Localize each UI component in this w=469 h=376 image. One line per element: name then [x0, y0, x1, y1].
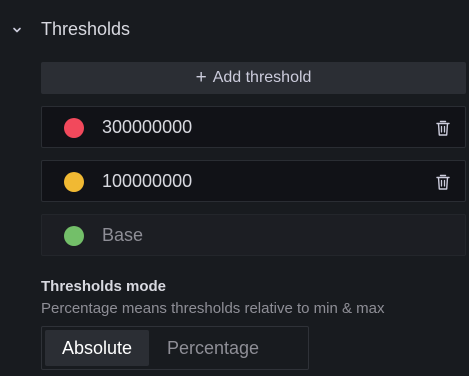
chevron-down-icon[interactable]: [9, 22, 25, 38]
thresholds-mode-radio-group: Absolute Percentage: [41, 326, 309, 370]
threshold-row: [41, 106, 466, 148]
threshold-row-base: Base: [41, 214, 466, 256]
color-swatch-green[interactable]: [64, 226, 84, 246]
thresholds-panel: Thresholds + Add threshold Base: [0, 0, 469, 376]
section-header[interactable]: Thresholds: [0, 10, 469, 50]
section-title: Thresholds: [41, 19, 131, 39]
plus-icon: +: [195, 66, 207, 88]
thresholds-mode-description: Percentage means thresholds relative to …: [41, 300, 385, 317]
threshold-value-input[interactable]: [102, 167, 422, 195]
mode-option-percentage[interactable]: Percentage: [153, 330, 273, 366]
mode-option-absolute[interactable]: Absolute: [45, 330, 149, 366]
trash-icon[interactable]: [435, 119, 451, 137]
add-threshold-button[interactable]: + Add threshold: [41, 62, 466, 94]
thresholds-mode-label: Thresholds mode: [41, 278, 167, 295]
add-threshold-label: Add threshold: [212, 69, 312, 86]
color-swatch-red[interactable]: [64, 118, 84, 138]
base-label: Base: [102, 225, 144, 245]
color-swatch-yellow[interactable]: [64, 172, 84, 192]
threshold-row: [41, 160, 466, 202]
trash-icon[interactable]: [435, 173, 451, 191]
threshold-value-input[interactable]: [102, 113, 422, 141]
